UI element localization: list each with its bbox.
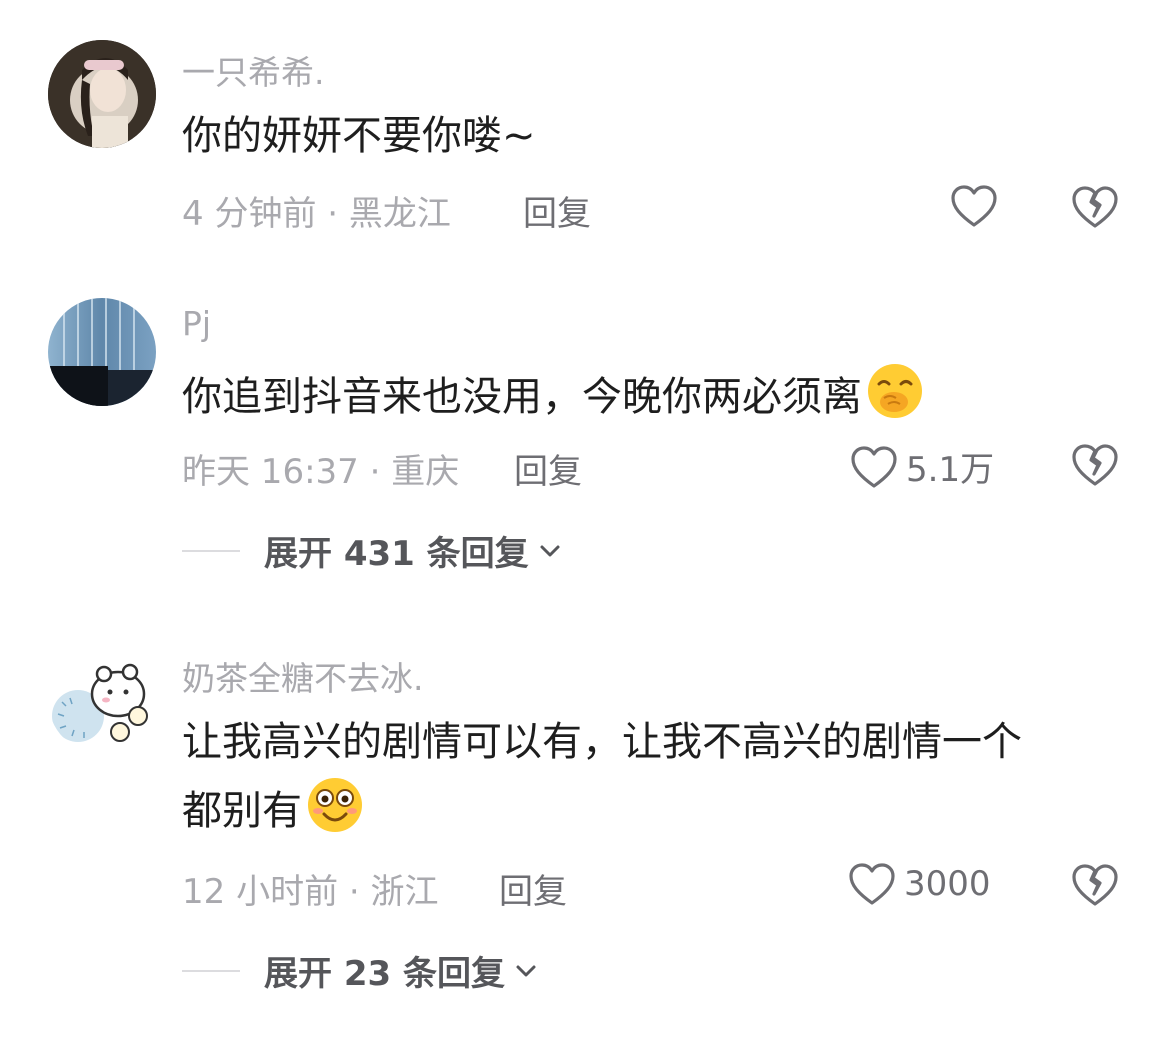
avatar-image bbox=[48, 298, 156, 406]
comment-text-line-1: 让我高兴的剧情可以有，让我不高兴的剧情一个 bbox=[182, 719, 1022, 765]
comment-text: 让我高兴的剧情可以有，让我不高兴的剧情一个 都别有 bbox=[182, 708, 1112, 845]
expand-replies-label: 展开 23 条回复 bbox=[264, 954, 505, 994]
comment-meta: 4 分钟前 · 黑龙江 bbox=[182, 194, 451, 234]
divider-line bbox=[182, 969, 240, 972]
username[interactable]: 一只希希. bbox=[182, 46, 325, 94]
hand-over-mouth-emoji bbox=[868, 364, 922, 418]
comment-text-content: 你追到抖音来也没用，今晚你两必须离 bbox=[182, 374, 862, 420]
like-button[interactable]: 5.1万 bbox=[850, 442, 994, 491]
comment-meta: 12 小时前 · 浙江 bbox=[182, 872, 439, 912]
expand-replies-button[interactable]: 展开 431 条回复 bbox=[182, 526, 563, 575]
comment-text-line-2: 都别有 bbox=[182, 776, 1112, 845]
broken-heart-icon[interactable] bbox=[1072, 863, 1118, 907]
heart-icon bbox=[951, 185, 997, 227]
comment-item-3: 奶茶全糖不去冰. 让我高兴的剧情可以有，让我不高兴的剧情一个 都别有 12 小时… bbox=[0, 620, 1170, 1048]
like-button[interactable] bbox=[950, 184, 998, 228]
reply-button[interactable]: 回复 bbox=[523, 186, 591, 235]
broken-heart-icon[interactable] bbox=[1072, 185, 1118, 229]
comment-item-1: 一只希希. 你的妍妍不要你喽~ 4 分钟前 · 黑龙江 回复 bbox=[0, 0, 1170, 280]
avatar[interactable] bbox=[48, 298, 156, 406]
expand-replies-label: 展开 431 条回复 bbox=[264, 534, 529, 574]
heart-icon bbox=[849, 863, 895, 905]
chevron-down-icon bbox=[516, 965, 536, 976]
divider-line bbox=[182, 549, 240, 552]
like-count: 3000 bbox=[904, 864, 991, 904]
avatar[interactable] bbox=[48, 40, 156, 148]
comment-text: 你追到抖音来也没用，今晚你两必须离 bbox=[182, 362, 1112, 431]
username[interactable]: Pj bbox=[182, 304, 211, 343]
reply-button[interactable]: 回复 bbox=[499, 864, 567, 913]
heart-icon bbox=[851, 445, 897, 488]
chevron-down-icon bbox=[540, 545, 560, 556]
like-button[interactable]: 3000 bbox=[848, 862, 991, 906]
comment-text-line-2-content: 都别有 bbox=[182, 788, 302, 834]
comment-item-2: Pj 你追到抖音来也没用，今晚你两必须离 昨天 16:37 · 重庆 回复 5.… bbox=[0, 280, 1170, 620]
flushed-smile-emoji bbox=[308, 778, 362, 832]
username[interactable]: 奶茶全糖不去冰. bbox=[182, 652, 424, 700]
comment-text: 你的妍妍不要你喽~ bbox=[182, 113, 536, 159]
reply-button[interactable]: 回复 bbox=[514, 444, 582, 493]
broken-heart-icon[interactable] bbox=[1072, 443, 1118, 487]
like-count: 5.1万 bbox=[906, 450, 995, 490]
avatar-image bbox=[48, 40, 156, 148]
avatar[interactable] bbox=[48, 646, 156, 754]
comment-meta: 昨天 16:37 · 重庆 bbox=[182, 452, 460, 492]
expand-replies-button[interactable]: 展开 23 条回复 bbox=[182, 946, 539, 995]
avatar-image bbox=[48, 646, 156, 754]
